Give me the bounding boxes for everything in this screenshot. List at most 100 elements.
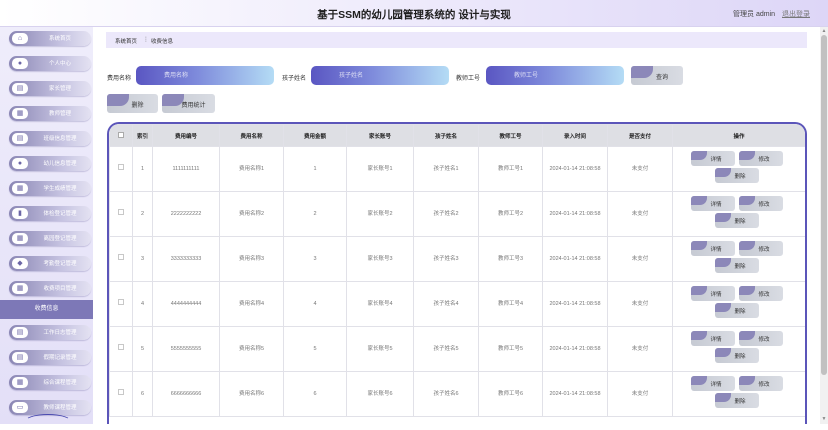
delete-button[interactable]: 删除 — [715, 303, 759, 318]
cell-amount: 5 — [283, 326, 347, 372]
fee-stats-button[interactable]: 费用统计 — [162, 94, 215, 113]
table-row[interactable]: 2 2222222222 费用名称2 2 家长账号2 孩子姓名2 教师工号2 2024-01-… — [109, 191, 805, 237]
sidebar-item[interactable]: ▭ 教师课程管理 — [9, 400, 91, 415]
detail-button[interactable]: 详情 — [691, 241, 735, 256]
delete-button[interactable]: 删除 — [715, 258, 759, 273]
scrollbar-thumb[interactable] — [821, 35, 827, 375]
cell-parent: 家长账号2 — [346, 191, 414, 237]
column-header: 索引 — [132, 124, 153, 147]
grid-icon: ▦ — [12, 108, 28, 119]
row-checkbox[interactable] — [118, 389, 124, 395]
query-button[interactable]: 查询 — [631, 66, 683, 85]
column-header: 家长账号 — [346, 124, 414, 147]
cell-paid: 未支付 — [607, 281, 673, 327]
home-icon: ⌂ — [12, 33, 28, 44]
page-title: 基于SSM的幼儿园管理系统的 设计与实现 — [317, 9, 511, 21]
cell-code: 3333333333 — [152, 236, 220, 282]
sidebar-item[interactable]: ◆ 考勤登记管理 — [9, 256, 91, 271]
select-all-checkbox[interactable] — [118, 131, 124, 138]
sidebar-item[interactable]: ▦ 综合课程管理 — [9, 375, 91, 390]
row-select-cell[interactable] — [109, 281, 133, 327]
sidebar-item[interactable]: ● 幼儿信息管理 — [9, 156, 91, 171]
delete-button[interactable]: 删除 — [715, 393, 759, 408]
sidebar-item[interactable]: ▦ 收费项目管理 — [9, 281, 91, 296]
table-row[interactable]: 5 5555555555 费用名称5 5 家长账号5 孩子姓名5 教师工号5 2024-01-… — [109, 326, 805, 372]
cell-code: 1111111111 — [152, 146, 220, 192]
teacher-id-input[interactable] — [486, 66, 624, 85]
delete-button[interactable]: 删除 — [715, 168, 759, 183]
sidebar-item[interactable]: ▤ 假期记录管理 — [9, 350, 91, 365]
fee-name-input[interactable] — [136, 66, 274, 85]
cell-time: 2024-01-14 21:08:58 — [542, 326, 608, 372]
detail-button-label: 详情 — [710, 247, 722, 253]
sidebar-item[interactable]: ▦ 学生成绩管理 — [9, 181, 91, 196]
sidebar-item[interactable]: ▦ 教师管理 — [9, 106, 91, 121]
edit-button[interactable]: 修改 — [739, 241, 783, 256]
sidebar-item-active[interactable]: 收费信息 — [0, 300, 93, 319]
scroll-down-arrow-icon[interactable]: ▼ — [821, 416, 827, 422]
cell-paid: 未支付 — [607, 191, 673, 237]
batch-delete-button[interactable]: 删除 — [107, 94, 158, 113]
cell-name: 费用名称3 — [219, 236, 284, 282]
detail-button[interactable]: 详情 — [691, 286, 735, 301]
table-row[interactable]: 6 6666666666 费用名称6 6 家长账号6 孩子姓名6 教师工号6 2024-01-… — [109, 371, 805, 417]
printer-icon: ▭ — [12, 402, 28, 413]
cell-parent: 家长账号3 — [346, 236, 414, 282]
row-actions: 详情 修改删除 — [672, 146, 805, 192]
document-icon: ▤ — [12, 327, 28, 338]
row-select-cell[interactable] — [109, 326, 133, 372]
detail-button[interactable]: 详情 — [691, 376, 735, 391]
row-select-cell[interactable] — [109, 371, 133, 417]
column-header: 录入时间 — [542, 124, 608, 147]
table-row[interactable]: 3 3333333333 费用名称3 3 家长账号3 孩子姓名3 教师工号3 2024-01-… — [109, 236, 805, 282]
edit-button[interactable]: 修改 — [739, 196, 783, 211]
select-all-header[interactable] — [109, 124, 133, 147]
cell-name: 费用名称4 — [219, 281, 284, 327]
sidebar-item[interactable]: ● 个人中心 — [9, 56, 91, 71]
sidebar-item[interactable]: ▤ 班级信息管理 — [9, 131, 91, 146]
row-checkbox[interactable] — [118, 254, 124, 260]
scroll-up-arrow-icon[interactable]: ▲ — [821, 28, 827, 34]
delete-button[interactable]: 删除 — [715, 348, 759, 363]
sidebar-item[interactable]: ⌂ 系统首页 — [9, 31, 91, 46]
table-row[interactable]: 1 1111111111 费用名称1 1 家长账号1 孩子姓名1 教师工号1 2024-01-… — [109, 146, 805, 192]
detail-button[interactable]: 详情 — [691, 331, 735, 346]
table-row[interactable]: 4 4444444444 费用名称4 4 家长账号4 孩子姓名4 教师工号4 2024-01-… — [109, 281, 805, 327]
pin-icon: ◆ — [12, 258, 28, 269]
edit-button[interactable]: 修改 — [739, 286, 783, 301]
row-select-cell[interactable] — [109, 146, 133, 192]
row-actions: 详情 修改删除 — [672, 371, 805, 417]
sidebar-item-label: 体检登记管理 — [43, 211, 77, 217]
sidebar-item-label: 收费项目管理 — [43, 286, 77, 292]
detail-button[interactable]: 详情 — [691, 151, 735, 166]
cell-index: 4 — [132, 281, 153, 327]
breadcrumb-home-link[interactable]: 系统首页 — [115, 37, 137, 45]
cell-teacher: 教师工号6 — [478, 371, 543, 417]
sidebar-item-label: 考勤登记管理 — [43, 261, 77, 267]
grid-icon: ▦ — [12, 233, 28, 244]
delete-button[interactable]: 删除 — [715, 213, 759, 228]
row-checkbox[interactable] — [118, 164, 124, 170]
document-icon: ▤ — [12, 83, 28, 94]
child-name-input[interactable] — [311, 66, 449, 85]
row-select-cell[interactable] — [109, 191, 133, 237]
sidebar-item[interactable]: ▤ 工作日志管理 — [9, 325, 91, 340]
detail-button[interactable]: 详情 — [691, 196, 735, 211]
row-select-cell[interactable] — [109, 236, 133, 282]
logout-link[interactable]: 退出登录 — [782, 9, 810, 19]
edit-button[interactable]: 修改 — [739, 151, 783, 166]
row-checkbox[interactable] — [118, 344, 124, 350]
row-checkbox[interactable] — [118, 299, 124, 305]
cell-time: 2024-01-14 21:08:58 — [542, 146, 608, 192]
sidebar-item[interactable]: ▮ 体检登记管理 — [9, 206, 91, 221]
cell-teacher: 教师工号1 — [478, 146, 543, 192]
edit-button[interactable]: 修改 — [739, 376, 783, 391]
sidebar-item[interactable]: ▦ 离园登记管理 — [9, 231, 91, 246]
cell-parent: 家长账号4 — [346, 281, 414, 327]
cell-paid: 未支付 — [607, 146, 673, 192]
sidebar-item[interactable]: ▤ 家长管理 — [9, 81, 91, 96]
detail-button-label: 详情 — [710, 157, 722, 163]
row-checkbox[interactable] — [118, 209, 124, 215]
vertical-scrollbar[interactable]: ▲ ▼ — [820, 27, 828, 424]
edit-button[interactable]: 修改 — [739, 331, 783, 346]
